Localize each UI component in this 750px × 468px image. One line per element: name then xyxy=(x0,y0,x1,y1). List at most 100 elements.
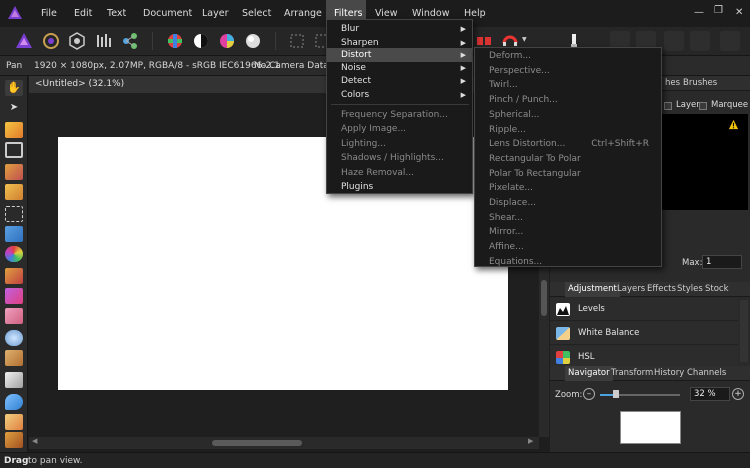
photo-persona-icon[interactable] xyxy=(14,31,34,51)
zoom-in-icon[interactable]: + xyxy=(732,388,744,400)
distort-menu-item-label: Spherical... xyxy=(489,109,540,120)
pen-tool-icon[interactable] xyxy=(5,432,23,448)
zoom-slider-thumb[interactable] xyxy=(613,390,619,398)
develop-persona-icon[interactable] xyxy=(67,31,87,51)
auto-colors-icon[interactable] xyxy=(217,31,237,51)
clone-brush-tool-icon[interactable] xyxy=(5,350,23,366)
liquify-persona-icon[interactable] xyxy=(41,31,61,51)
export-persona-icon[interactable] xyxy=(120,31,140,51)
crop-tool-icon[interactable] xyxy=(5,142,23,158)
tab-stock[interactable]: Stock xyxy=(702,282,732,297)
tab-history[interactable]: History xyxy=(651,366,687,381)
horizontal-scrollbar-thumb[interactable] xyxy=(212,440,302,446)
flip-vertical-button[interactable] xyxy=(690,31,710,51)
adjustment-scrollbar[interactable] xyxy=(740,300,748,362)
distort-menu-item-rectangular-to-polar[interactable]: Rectangular To Polar xyxy=(475,152,661,167)
filters-menu-item-shadows-highlights[interactable]: Shadows / Highlights... xyxy=(327,151,472,165)
zoom-slider-track[interactable] xyxy=(600,390,680,398)
snapping-dropdown-icon[interactable]: ▼ xyxy=(522,36,527,43)
zoom-percent-input[interactable]: 32 % xyxy=(690,387,730,401)
scroll-left-icon[interactable]: ◀ xyxy=(32,437,37,445)
close-icon[interactable]: ✕ xyxy=(735,7,743,18)
menu-arrange[interactable]: Arrange xyxy=(284,0,322,27)
distort-menu-item-affine[interactable]: Affine... xyxy=(475,240,661,255)
adjustment-white-balance[interactable]: White Balance xyxy=(550,322,738,345)
distort-menu-item-equations[interactable]: Equations... xyxy=(475,255,661,270)
filters-menu-item-blur[interactable]: Blur ▶ xyxy=(327,22,472,36)
zoom-out-icon[interactable]: – xyxy=(583,388,595,400)
distort-menu-item-perspective[interactable]: Perspective... xyxy=(475,64,661,79)
menu-edit[interactable]: Edit xyxy=(74,0,92,27)
distort-menu-item-shear[interactable]: Shear... xyxy=(475,211,661,226)
tab-channels[interactable]: Channels xyxy=(684,366,729,381)
filters-menu-item-detect[interactable]: Detect ▶ xyxy=(327,74,472,88)
blemish-removal-tool-icon[interactable] xyxy=(5,372,23,388)
scroll-right-icon[interactable]: ▶ xyxy=(528,437,533,445)
current-tool-label: Pan xyxy=(6,61,23,71)
flip-horizontal-button[interactable] xyxy=(664,31,684,51)
tab-styles[interactable]: Styles xyxy=(674,282,706,297)
vertical-scrollbar-thumb[interactable] xyxy=(541,280,547,316)
minimize-icon[interactable]: — xyxy=(694,7,704,18)
rotate-button[interactable] xyxy=(720,31,740,51)
menu-document[interactable]: Document xyxy=(143,0,192,27)
menu-file[interactable]: File xyxy=(41,0,57,27)
distort-menu-item-polar-to-rectangular[interactable]: Polar To Rectangular xyxy=(475,167,661,182)
filters-menu-item-apply-image[interactable]: Apply Image... xyxy=(327,122,472,136)
filters-menu-item-plugins[interactable]: Plugins xyxy=(327,180,472,194)
camera-info: No Camera Data xyxy=(254,61,329,71)
auto-white-balance-icon[interactable] xyxy=(243,31,263,51)
menu-layer[interactable]: Layer xyxy=(202,0,229,27)
layer-checkbox[interactable] xyxy=(664,102,672,110)
distort-menu-item-twirl[interactable]: Twirl... xyxy=(475,78,661,93)
flood-select-tool-icon[interactable] xyxy=(5,184,23,200)
move-tool-icon[interactable]: ➤ xyxy=(5,100,23,116)
auto-levels-icon[interactable] xyxy=(165,31,185,51)
marquee-checkbox[interactable] xyxy=(699,102,707,110)
view-tool-hand-icon[interactable]: ✋ xyxy=(5,80,23,96)
dodge-brush-tool-icon[interactable] xyxy=(5,330,23,346)
tone-mapping-persona-icon[interactable] xyxy=(94,31,114,51)
rectangular-marquee-tool-icon[interactable] xyxy=(5,206,23,222)
marquee-mode-icon[interactable] xyxy=(287,31,307,51)
filters-menu-item-frequency-separation[interactable]: Frequency Separation... xyxy=(327,108,472,122)
distort-menu-item-spherical[interactable]: Spherical... xyxy=(475,108,661,123)
distort-menu-item-label: Polar To Rectangular xyxy=(489,168,581,179)
distort-menu-item-lens-distortion[interactable]: Lens Distortion... Ctrl+Shift+R xyxy=(475,137,661,152)
tab-transform[interactable]: Transform xyxy=(608,366,656,381)
selection-brush-tool-icon[interactable] xyxy=(5,164,23,180)
distort-menu-item-mirror[interactable]: Mirror... xyxy=(475,225,661,240)
restore-icon[interactable]: ❐ xyxy=(714,5,723,16)
filters-menu-item-lighting[interactable]: Lighting... xyxy=(327,137,472,151)
paint-brush-tool-icon[interactable] xyxy=(5,268,23,284)
distort-menu-item-displace[interactable]: Displace... xyxy=(475,196,661,211)
tab-brushes[interactable]: Brushes xyxy=(680,76,720,91)
zoom-label: Zoom: xyxy=(555,390,583,400)
distort-menu-item-pixelate[interactable]: Pixelate... xyxy=(475,181,661,196)
filters-menu-item-noise[interactable]: Noise ▶ xyxy=(327,61,472,75)
filters-menu-item-colors[interactable]: Colors ▶ xyxy=(327,88,472,102)
navigator-preview[interactable] xyxy=(620,411,681,444)
max-input[interactable]: 1 xyxy=(702,255,742,269)
gradient-tool-icon[interactable] xyxy=(5,246,23,262)
tab-adjustment[interactable]: Adjustment xyxy=(565,282,620,297)
filters-menu-item-label: Haze Removal... xyxy=(341,168,414,178)
affinity-photo-logo-icon[interactable] xyxy=(7,5,23,21)
filters-menu-item-distort[interactable]: Distort ▶ xyxy=(327,48,472,62)
menu-text[interactable]: Text xyxy=(107,0,126,27)
color-picker-tool-icon[interactable] xyxy=(5,122,23,138)
distort-menu-item-ripple[interactable]: Ripple... xyxy=(475,123,661,138)
adjustment-levels[interactable]: Levels xyxy=(550,298,738,321)
blur-brush-tool-icon[interactable] xyxy=(5,394,23,410)
color-replacement-tool-icon[interactable] xyxy=(5,288,23,304)
distort-menu-item-deform[interactable]: Deform... xyxy=(475,49,661,64)
auto-contrast-icon[interactable] xyxy=(191,31,211,51)
menu-select[interactable]: Select xyxy=(242,0,271,27)
red-eye-tool-icon[interactable] xyxy=(5,414,23,430)
flood-fill-tool-icon[interactable] xyxy=(5,226,23,242)
erase-brush-tool-icon[interactable] xyxy=(5,308,23,324)
tab-navigator[interactable]: Navigator xyxy=(565,366,613,381)
filters-menu-item-haze-removal[interactable]: Haze Removal... xyxy=(327,166,472,180)
submenu-arrow-icon: ▶ xyxy=(460,77,466,85)
distort-menu-item-pinch-punch[interactable]: Pinch / Punch... xyxy=(475,93,661,108)
